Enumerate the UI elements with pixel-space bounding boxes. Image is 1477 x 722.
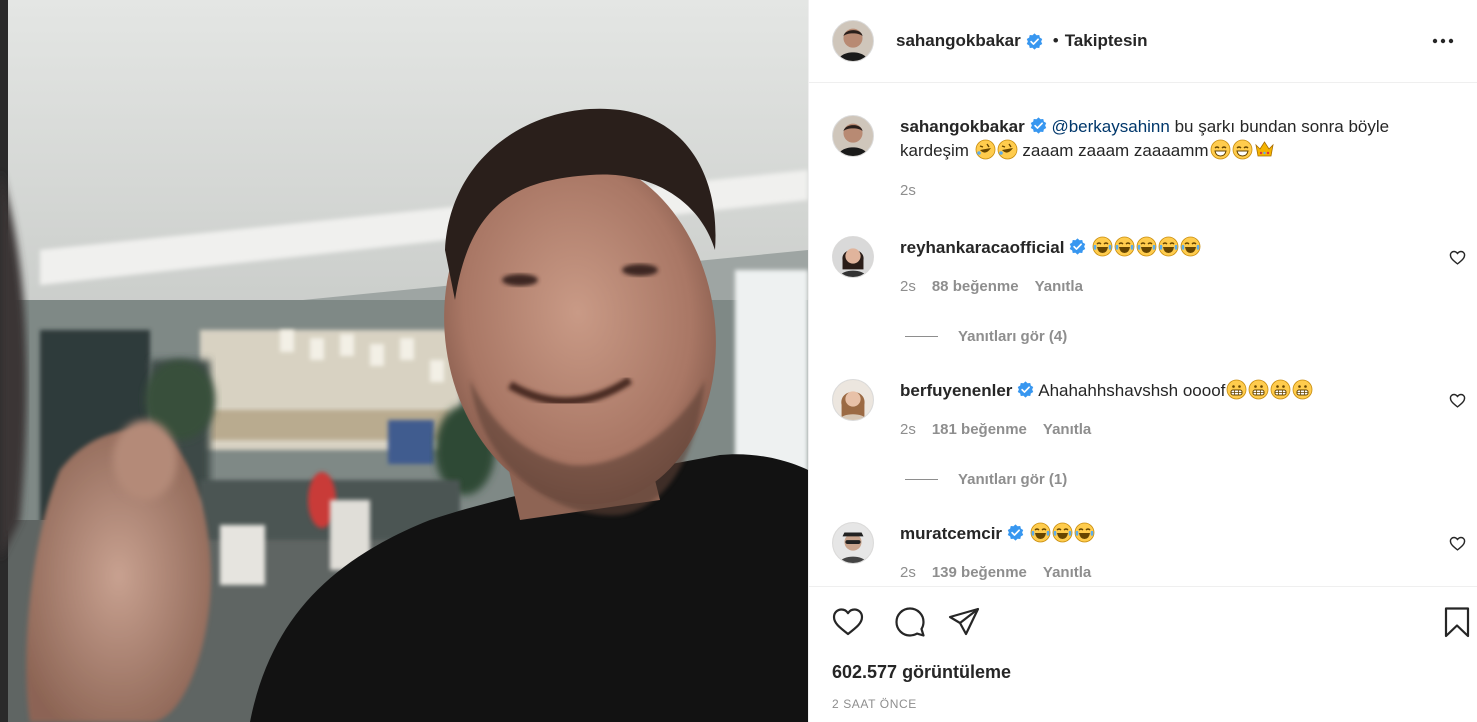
video-frame <box>0 0 808 722</box>
reply-button[interactable]: Yanıtla <box>1043 421 1091 438</box>
comment-meta: 2s 181 beğenme Yanıtla <box>900 421 1440 438</box>
follow-status[interactable]: Takiptesin <box>1065 31 1148 51</box>
verified-badge-icon <box>1026 32 1043 50</box>
verified-badge-icon <box>1069 238 1086 255</box>
reply-button[interactable]: Yanıtla <box>1043 564 1091 581</box>
tears-of-joy-emoji-icon <box>1092 236 1113 257</box>
tears-of-joy-emoji-icon <box>1136 236 1157 257</box>
grinning-squinting-emoji-icon <box>1210 139 1231 160</box>
comment-likes-count[interactable]: 181 beğenme <box>932 421 1027 438</box>
comment-avatar[interactable] <box>832 236 874 278</box>
crown-emoji-icon <box>1254 139 1275 160</box>
rolling-laughing-emoji-icon <box>975 139 996 160</box>
verified-badge-icon <box>1030 117 1047 134</box>
replies-divider <box>905 336 938 337</box>
post-video[interactable] <box>0 0 808 722</box>
comment-meta: 2s 88 beğenme Yanıtla <box>900 278 1440 295</box>
view-replies-label: Yanıtları gör (1) <box>958 471 1068 488</box>
post-caption: sahangokbakar @berkaysahinn bu şarkı bun… <box>832 115 1477 199</box>
comment-body: Ahahahhshavshsh oooof <box>1038 381 1226 400</box>
view-count[interactable]: 602.577 görüntüleme <box>832 662 1011 683</box>
view-replies-label: Yanıtları gör (4) <box>958 328 1068 345</box>
post-actions-bar <box>831 605 1470 641</box>
grinning-squinting-emoji-icon <box>1232 139 1253 160</box>
bookmark-icon[interactable] <box>1440 605 1474 639</box>
verified-badge-icon <box>1007 524 1024 541</box>
view-replies-button[interactable]: Yanıtları gör (1) <box>905 471 1067 488</box>
comment-text: muratcemcir <box>900 522 1440 546</box>
comment-item: muratcemcir 2s 139 beğenme Yanıtla <box>832 522 1477 581</box>
caption-username[interactable]: sahangokbakar <box>900 117 1025 136</box>
heart-icon[interactable] <box>831 605 865 639</box>
comment-text: berfuyenenler Ahahahhshavshsh oooof <box>900 379 1440 403</box>
caption-author-avatar[interactable] <box>832 115 874 157</box>
caption-text-part2: zaaam zaaam zaaaamm <box>1017 141 1209 160</box>
post-details-panel: sahangokbakar • Takiptesin sahangokbakar… <box>808 0 1477 722</box>
tears-of-joy-emoji-icon <box>1030 522 1051 543</box>
caption-mention[interactable]: @berkaysahinn <box>1051 117 1169 136</box>
tears-of-joy-emoji-icon <box>1158 236 1179 257</box>
comment-meta: 2s 139 beğenme Yanıtla <box>900 564 1440 581</box>
verified-badge-icon <box>1017 381 1034 398</box>
comment-time: 2s <box>900 421 916 438</box>
caption-text: sahangokbakar @berkaysahinn bu şarkı bun… <box>900 115 1440 163</box>
comment-username[interactable]: berfuyenenler <box>900 381 1012 400</box>
replies-divider <box>905 479 938 480</box>
comment-likes-count[interactable]: 139 beğenme <box>932 564 1027 581</box>
grimacing-emoji-icon <box>1270 379 1291 400</box>
post-time-ago: 2 SAAT ÖNCE <box>832 697 917 711</box>
view-replies-button[interactable]: Yanıtları gör (4) <box>905 328 1067 345</box>
comment-avatar[interactable] <box>832 522 874 564</box>
author-username[interactable]: sahangokbakar <box>896 31 1021 51</box>
separator-dot: • <box>1052 31 1059 50</box>
share-icon[interactable] <box>947 605 981 639</box>
post-header: sahangokbakar • Takiptesin <box>809 0 1477 83</box>
grimacing-emoji-icon <box>1226 379 1247 400</box>
more-options-icon[interactable] <box>1430 28 1456 54</box>
caption-meta: 2s <box>900 182 1440 199</box>
author-avatar[interactable] <box>832 20 874 62</box>
comment-avatar[interactable] <box>832 379 874 421</box>
tears-of-joy-emoji-icon <box>1180 236 1201 257</box>
comment-text: reyhankaracaofficial <box>900 236 1440 260</box>
comment-heart-icon[interactable] <box>1449 249 1466 266</box>
reply-button[interactable]: Yanıtla <box>1035 278 1083 295</box>
caption-time: 2s <box>900 182 916 199</box>
tears-of-joy-emoji-icon <box>1114 236 1135 257</box>
tears-of-joy-emoji-icon <box>1052 522 1073 543</box>
comment-time: 2s <box>900 564 916 581</box>
comment-item: reyhankaracaofficial 2s 88 beğenme Yanıt… <box>832 236 1477 295</box>
comment-icon[interactable] <box>893 605 927 639</box>
comment-time: 2s <box>900 278 916 295</box>
comment-heart-icon[interactable] <box>1449 392 1466 409</box>
comment-username[interactable]: reyhankaracaofficial <box>900 238 1064 257</box>
tears-of-joy-emoji-icon <box>1074 522 1095 543</box>
comment-heart-icon[interactable] <box>1449 535 1466 552</box>
grimacing-emoji-icon <box>1248 379 1269 400</box>
comment-item: berfuyenenler Ahahahhshavshsh oooof 2s 1… <box>832 379 1477 438</box>
rolling-laughing-emoji-icon <box>997 139 1018 160</box>
comment-likes-count[interactable]: 88 beğenme <box>932 278 1019 295</box>
grimacing-emoji-icon <box>1292 379 1313 400</box>
comment-username[interactable]: muratcemcir <box>900 524 1002 543</box>
comments-list[interactable]: sahangokbakar @berkaysahinn bu şarkı bun… <box>809 84 1477 587</box>
